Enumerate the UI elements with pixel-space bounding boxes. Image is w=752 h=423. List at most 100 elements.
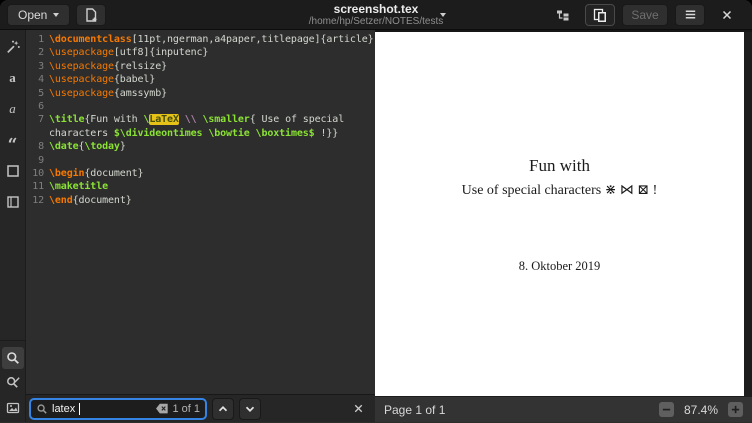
preview-toggle-button[interactable] [585,4,615,26]
code-line-text: \usepackage[utf8]{inputenc} [49,46,375,59]
document-title-block[interactable]: screenshot.tex /home/hp/Setzer/NOTES/tes… [309,2,444,27]
line-number: 3 [28,60,44,73]
code-line-text: \date{\today} [49,140,375,153]
page-indicator: Page 1 of 1 [384,403,445,417]
code-line[interactable]: 7\title{Fun with \LaTeX \\ \smaller{ Use… [28,113,375,140]
zoom-controls: 87.4% [659,402,743,417]
code-line-text [49,100,375,113]
plus-icon [730,404,741,415]
quotes-symbols-button[interactable]: “ [2,129,24,151]
new-document-icon [83,7,99,23]
find-bar-close-button[interactable] [349,400,367,418]
search-query-text: latex [52,403,75,415]
code-line[interactable]: 10 \begin{document} [28,167,375,180]
structure-tree-icon [555,7,571,23]
code-line-text: \maketitle [49,180,375,193]
code-line[interactable]: 11\maketitle [28,180,375,193]
italic-symbols-button[interactable]: a [2,98,24,120]
title-menu-caret-icon[interactable] [440,13,446,17]
open-button-label: Open [18,8,47,22]
next-match-button[interactable] [239,398,261,420]
match-count-label: 1 of 1 [172,403,200,415]
editor-column: 1 \documentclass[11pt,ngerman,a4paper,tit… [26,30,375,422]
code-line-text: \title{Fun with \LaTeX \\ \smaller{ Use … [49,113,375,140]
bold-a-icon: a [9,70,16,86]
close-icon [720,8,734,22]
line-number: 5 [28,87,44,100]
main-menu-button[interactable] [675,4,705,26]
pdf-document-title: Fun with [375,156,744,176]
line-number: 9 [28,154,44,167]
line-number: 10 [28,167,44,180]
window-close-button[interactable] [712,4,742,26]
line-number: 12 [28,194,44,207]
clear-search-icon[interactable] [155,402,169,415]
match-count-group: 1 of 1 [155,402,200,415]
pdf-page[interactable]: Fun with Use of special characters ⋇ ⋈ ⊠… [375,32,744,396]
minus-icon [661,404,672,415]
line-number: 1 [28,33,44,46]
chevron-down-icon [243,402,257,416]
app-window: Open screenshot.tex /home/hp/Setzer/NOTE… [0,0,752,423]
hamburger-menu-icon [683,7,698,22]
document-title: screenshot.tex [309,2,444,16]
sidebar-separator [0,340,26,341]
image-icon [5,400,21,416]
search-input[interactable]: latex 1 of 1 [29,398,207,420]
box-symbols-button[interactable] [2,160,24,182]
image-panel-button[interactable] [2,397,24,419]
framed-box-icon [5,194,21,210]
document-path: /home/hp/Setzer/NOTES/tests [309,16,444,27]
code-line[interactable]: 8\date{\today} [28,140,375,153]
find-replace-button[interactable] [2,372,24,394]
header-bar: Open screenshot.tex /home/hp/Setzer/NOTE… [0,0,752,30]
code-line[interactable]: 5 \usepackage{amssymb} [28,87,375,100]
code-line-text [49,154,375,167]
save-button[interactable]: Save [622,4,668,26]
code-line[interactable]: 4\usepackage{babel} [28,73,375,86]
editor-pane: a a “ [0,30,375,422]
code-line-text: \documentclass[11pt,ngerman,a4paper,titl… [49,33,375,46]
save-button-label: Save [631,8,658,22]
code-line[interactable]: 12 \end{document} [28,194,375,207]
code-line-text: \usepackage{relsize} [49,60,375,73]
line-number: 2 [28,46,44,59]
open-button[interactable]: Open [7,4,70,26]
code-line[interactable]: 2 \usepackage[utf8]{inputenc} [28,46,375,59]
text-symbols-button[interactable]: a [2,67,24,89]
header-right-group: Save [548,4,752,26]
search-icon [5,350,21,366]
zoom-in-button[interactable] [728,402,743,417]
code-line[interactable]: 6 [28,100,375,113]
preview-pane: Fun with Use of special characters ⋇ ⋈ ⊠… [375,30,752,422]
pdf-document-subtitle: Use of special characters ⋇ ⋈ ⊠ ! [375,182,744,199]
preview-scrollbar[interactable] [744,32,752,396]
document-structure-button[interactable] [548,4,578,26]
magic-wand-icon [5,39,21,55]
zoom-out-button[interactable] [659,402,674,417]
line-number: 7 [28,113,44,140]
chevron-up-icon [216,402,230,416]
code-area[interactable]: 1 \documentclass[11pt,ngerman,a4paper,tit… [26,30,375,394]
close-icon [352,402,365,415]
line-number: 6 [28,100,44,113]
find-replace-icon [5,375,21,391]
code-line-text: \end{document} [49,194,375,207]
search-toggle-button[interactable] [2,347,24,369]
preview-status-bar: Page 1 of 1 87.4% [375,396,752,422]
code-line-text: \usepackage{amssymb} [49,87,375,100]
wizard-button[interactable] [2,36,24,58]
chevron-down-icon [53,13,59,17]
code-line-text: \begin{document} [49,167,375,180]
main-body: a a “ [0,30,752,422]
find-bar: latex 1 of 1 [26,394,375,422]
previous-match-button[interactable] [212,398,234,420]
zoom-level-label: 87.4% [684,403,718,417]
search-input-icon [36,403,48,415]
new-document-button[interactable] [76,4,106,26]
code-line[interactable]: 1 \documentclass[11pt,ngerman,a4paper,tit… [28,33,375,46]
code-line[interactable]: 3 \usepackage{relsize} [28,60,375,73]
preview-pages-icon [592,7,608,23]
frame-symbols-button[interactable] [2,191,24,213]
code-line[interactable]: 9 [28,154,375,167]
